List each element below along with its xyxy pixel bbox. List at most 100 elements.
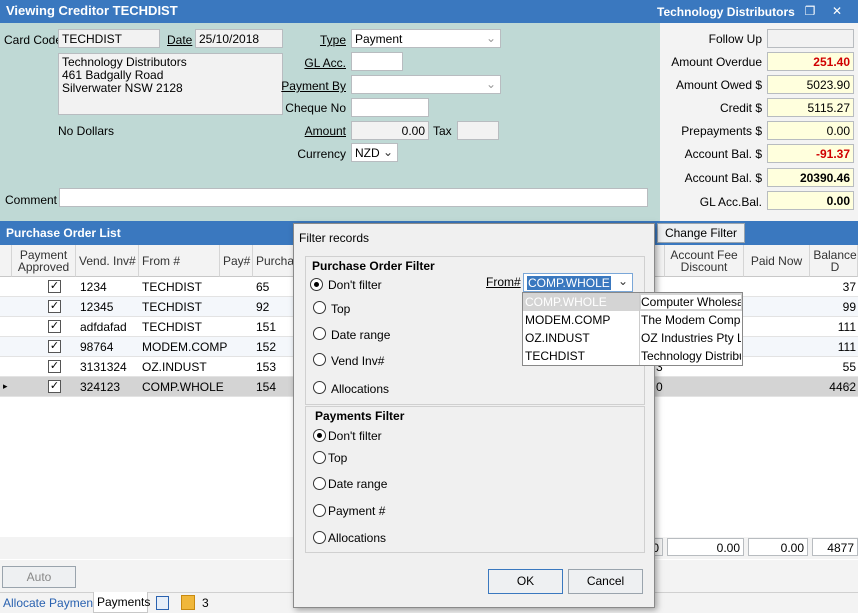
vend-inv-cell: 1234 xyxy=(80,280,107,294)
account-bal-total-value: 20390.46 xyxy=(767,168,854,187)
from-cell: TECHDIST xyxy=(142,280,202,294)
ok-button[interactable]: OK xyxy=(488,569,563,594)
dropdown-name: OZ Industries Pty Ltd xyxy=(641,331,741,345)
po-vend-inv-radio[interactable] xyxy=(313,353,326,366)
radio-label: Payment # xyxy=(328,504,386,518)
amount-owed-value: 5023.90 xyxy=(767,75,854,94)
credit-value: 5115.27 xyxy=(767,98,854,117)
balance-cell: 37 xyxy=(842,280,856,294)
column-header[interactable]: Payment Approved xyxy=(12,245,76,277)
radio-label: Vend Inv# xyxy=(331,354,385,368)
column-header[interactable]: Purchas xyxy=(253,245,300,277)
tab-allocate-payments[interactable]: Allocate Payments xyxy=(3,596,102,610)
pay-payment-num-radio[interactable] xyxy=(313,504,326,517)
po-dont-filter-radio[interactable] xyxy=(310,278,323,291)
purchase-cell: 151 xyxy=(256,320,277,334)
dropdown-item[interactable]: OZ.INDUST OZ Industries Pty Ltd xyxy=(523,329,742,347)
date-label: Date xyxy=(167,33,193,47)
dialog-title: Filter records xyxy=(299,231,370,245)
currency-select[interactable]: NZD ⌄ xyxy=(351,143,398,162)
amount-field[interactable]: 0.00 xyxy=(351,121,429,140)
summary-label: Amount Owed $ xyxy=(675,78,762,92)
column-header[interactable]: Vend. Inv# xyxy=(76,245,139,277)
filter-records-dialog: Filter records Purchase Order Filter Don… xyxy=(293,223,655,608)
balance-cell: 99 xyxy=(842,300,856,314)
vend-inv-cell: 3131324 xyxy=(80,360,127,374)
tab-payments[interactable]: Payments xyxy=(93,592,150,613)
comment-field[interactable] xyxy=(59,188,648,207)
dropdown-item[interactable]: COMP.WHOLE Computer Wholesale xyxy=(523,293,742,311)
vend-inv-cell: 324123 xyxy=(80,380,121,394)
summary-label: Account Bal. $ xyxy=(684,171,762,185)
amount-overdue-value: 251.40 xyxy=(767,52,854,71)
gl-acc-bal-value: 0.00 xyxy=(767,191,854,210)
date-field[interactable]: 25/10/2018 xyxy=(195,29,283,48)
chevron-down-icon: ⌄ xyxy=(382,145,393,159)
vend-inv-cell: 98764 xyxy=(80,340,114,354)
payment-by-select[interactable]: ⌄ xyxy=(351,75,501,94)
pay-top-radio[interactable] xyxy=(313,451,326,464)
balance-cell: 111 xyxy=(837,340,856,354)
chevron-down-icon: ⌄ xyxy=(617,274,628,288)
pay-allocations-radio[interactable] xyxy=(313,531,326,544)
close-icon[interactable]: ✕ xyxy=(830,4,844,18)
type-select[interactable]: Payment ⌄ xyxy=(351,29,501,48)
dropdown-item[interactable]: MODEM.COMP The Modem Company xyxy=(523,311,742,329)
approved-checkbox[interactable]: ✓ xyxy=(48,280,61,293)
purchase-cell: 154 xyxy=(256,380,277,394)
tax-label: Tax xyxy=(433,124,452,138)
auto-payment-button[interactable]: Auto Payment xyxy=(2,566,76,604)
summary-label: Amount Overdue xyxy=(671,55,762,69)
cheque-no-field[interactable] xyxy=(351,98,429,117)
radio-label: Don't filter xyxy=(328,429,382,443)
pay-dont-filter-radio[interactable] xyxy=(313,429,326,442)
po-date-range-radio[interactable] xyxy=(313,327,326,340)
address-box[interactable]: Technology Distributors 461 Badgally Roa… xyxy=(58,53,283,115)
type-value: Payment xyxy=(355,32,403,46)
po-list-title: Purchase Order List xyxy=(6,226,121,240)
currency-value: NZD xyxy=(355,146,380,160)
column-header[interactable]: Account Fee Discount xyxy=(665,245,744,277)
from-cell: OZ.INDUST xyxy=(142,360,207,374)
cheque-no-label: Cheque No xyxy=(285,101,346,115)
type-label: Type xyxy=(319,33,346,47)
follow-up-field[interactable] xyxy=(767,29,854,48)
tax-field[interactable] xyxy=(457,121,499,140)
dropdown-code: OZ.INDUST xyxy=(525,331,590,345)
card-code-field[interactable]: TECHDIST xyxy=(58,29,160,48)
documents-icon[interactable] xyxy=(181,595,195,610)
comment-label: Comment xyxy=(5,193,58,207)
approved-checkbox[interactable]: ✓ xyxy=(48,360,61,373)
account-bal-value: -91.37 xyxy=(767,144,854,163)
column-divider xyxy=(639,293,640,365)
amount-label: Amount xyxy=(304,124,346,138)
column-header-partial[interactable] xyxy=(655,245,665,277)
approved-checkbox[interactable]: ✓ xyxy=(48,380,61,393)
vend-inv-cell: adfdafad xyxy=(80,320,127,334)
summary-label: Follow Up xyxy=(708,32,762,46)
restore-icon[interactable]: ❐ xyxy=(803,4,817,18)
column-header[interactable]: Paid Now xyxy=(744,245,810,277)
change-filter-button[interactable]: Change Filter xyxy=(657,223,745,243)
po-top-radio[interactable] xyxy=(313,301,326,314)
column-header[interactable]: Balance D xyxy=(810,245,858,277)
total-balance: 4877 xyxy=(812,538,858,556)
dropdown-name: The Modem Company xyxy=(641,313,741,327)
cancel-button[interactable]: Cancel xyxy=(568,569,643,594)
balance-cell: 111 xyxy=(837,320,856,334)
chevron-down-icon: ⌄ xyxy=(485,31,496,45)
approved-checkbox[interactable]: ✓ xyxy=(48,300,61,313)
dropdown-name: Technology Distributors xyxy=(641,349,741,363)
title-bar: Viewing Creditor TECHDIST Technology Dis… xyxy=(0,0,858,23)
report-icon[interactable] xyxy=(156,596,169,610)
po-allocations-radio[interactable] xyxy=(313,381,326,394)
from-select[interactable]: COMP.WHOLE ⌄ xyxy=(523,273,633,292)
column-header[interactable]: Pay# xyxy=(220,245,253,277)
column-header[interactable]: From # xyxy=(139,245,220,277)
dropdown-item[interactable]: TECHDIST Technology Distributors xyxy=(523,347,742,365)
approved-checkbox[interactable]: ✓ xyxy=(48,320,61,333)
gl-acc-field[interactable] xyxy=(351,52,403,71)
approved-checkbox[interactable]: ✓ xyxy=(48,340,61,353)
payments-filter-title: Payments Filter xyxy=(315,409,405,423)
pay-date-range-radio[interactable] xyxy=(313,477,326,490)
